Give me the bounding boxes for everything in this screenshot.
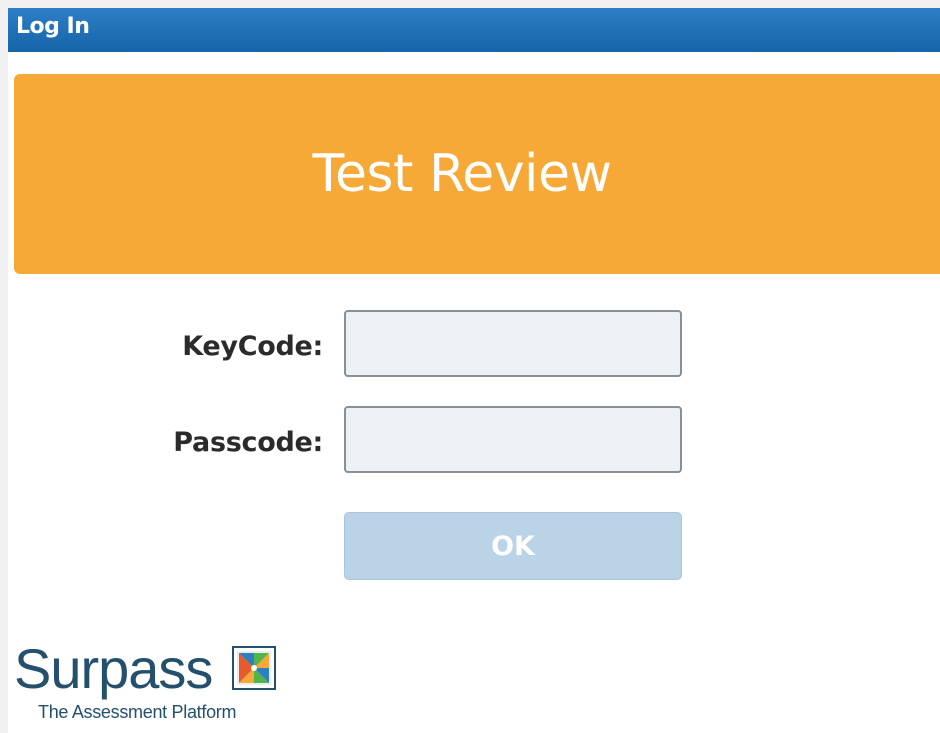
keycode-label: KeyCode: — [182, 331, 323, 362]
window-title: Log In — [16, 14, 90, 39]
keycode-input[interactable] — [344, 310, 682, 377]
title-bar: Log In — [8, 8, 940, 52]
brand-tagline: The Assessment Platform — [38, 702, 237, 722]
ok-button[interactable]: OK — [344, 512, 682, 580]
banner-title: Test Review — [312, 144, 612, 204]
brand-name: Surpass — [14, 637, 213, 700]
brand-logo-block: Surpass The Assessment Platform — [8, 638, 308, 728]
app-banner: Test Review — [14, 74, 940, 274]
passcode-input[interactable] — [344, 406, 682, 473]
top-strip — [0, 0, 940, 8]
passcode-label: Passcode: — [173, 427, 323, 458]
login-panel: Test Review KeyCode: Passcode: OK Surpas… — [8, 52, 940, 733]
surpass-logo-icon — [232, 646, 276, 690]
